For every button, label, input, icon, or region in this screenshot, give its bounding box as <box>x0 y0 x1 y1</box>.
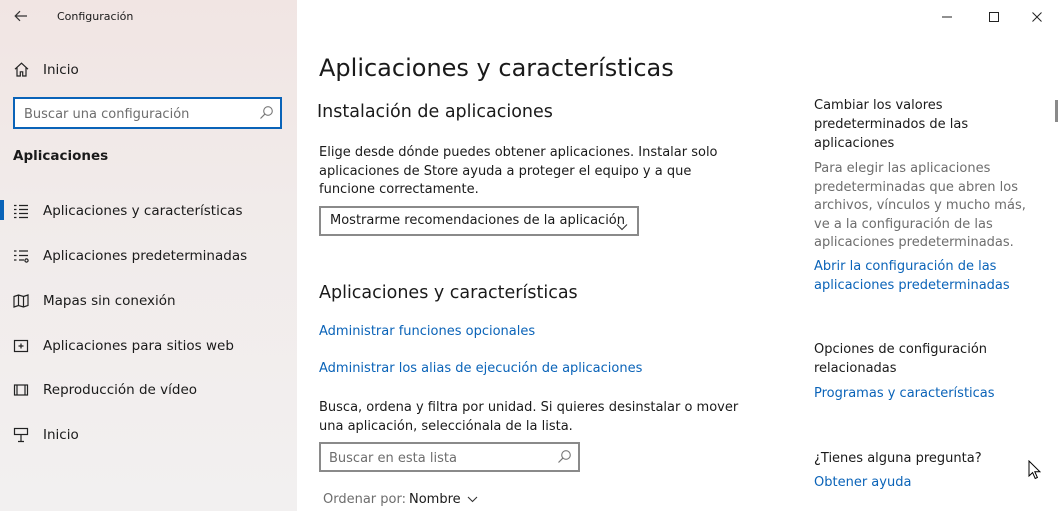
title-bar: Configuración <box>0 0 297 32</box>
sidebar-item-apps-features[interactable]: Aplicaciones y características <box>0 196 297 226</box>
install-section-description: Elige desde dónde puedes obtener aplicac… <box>319 145 718 197</box>
page-title: Aplicaciones y características <box>319 54 674 82</box>
video-playback-icon <box>13 382 29 402</box>
app-source-dropdown[interactable]: Mostrarme recomendaciones de la aplicaci… <box>319 206 639 236</box>
sidebar-home-label: Inicio <box>43 62 79 78</box>
related-settings-heading: Opciones de configuración relacionadas <box>814 342 988 376</box>
dropdown-value: Mostrarme recomendaciones de la aplicaci… <box>330 213 625 228</box>
default-apps-icon <box>13 248 29 268</box>
apps-websites-icon <box>13 338 29 358</box>
sort-value: Nombre <box>408 492 461 507</box>
programs-features-link[interactable]: Programas y características <box>814 385 1014 404</box>
sidebar-item-apps-websites[interactable]: Aplicaciones para sitios web <box>0 331 297 361</box>
home-icon <box>13 61 30 82</box>
sidebar-home[interactable]: Inicio <box>0 56 297 84</box>
apps-features-icon <box>13 203 29 223</box>
offline-maps-icon <box>13 293 29 313</box>
app-list-search-input[interactable] <box>329 449 539 467</box>
sidebar-item-label: Reproducción de vídeo <box>43 382 198 398</box>
sidebar-item-label: Aplicaciones y características <box>43 203 243 219</box>
settings-search-box[interactable] <box>13 97 282 129</box>
open-default-apps-link[interactable]: Abrir la configuración de las aplicacion… <box>814 258 1014 295</box>
back-button[interactable] <box>8 4 34 28</box>
sidebar-item-label: Inicio <box>43 427 79 443</box>
sidebar-item-label: Aplicaciones predeterminadas <box>43 248 248 264</box>
sidebar-item-label: Mapas sin conexión <box>43 293 176 309</box>
sidebar: Configuración Inicio Aplicaciones Aplica… <box>0 0 297 511</box>
selection-indicator <box>0 200 4 220</box>
mouse-pointer-icon <box>1028 459 1042 484</box>
manage-optional-features-link[interactable]: Administrar funciones opcionales <box>319 324 535 339</box>
get-help-link[interactable]: Obtener ayuda <box>814 474 1014 493</box>
search-icon[interactable] <box>259 105 274 124</box>
sort-label: Ordenar por: <box>323 492 406 507</box>
sort-dropdown[interactable]: Ordenar por: Nombre <box>323 492 478 507</box>
sidebar-item-default-apps[interactable]: Aplicaciones predeterminadas <box>0 241 297 271</box>
defaults-heading: Cambiar los valores predeterminados de l… <box>814 98 969 151</box>
install-section-heading: Instalación de aplicaciones <box>317 102 553 122</box>
sidebar-item-offline-maps[interactable]: Mapas sin conexión <box>0 286 297 316</box>
search-icon[interactable] <box>557 449 572 468</box>
scrollbar-thumb[interactable] <box>1055 100 1058 122</box>
main-content: Aplicaciones y características Instalaci… <box>297 0 1062 511</box>
startup-icon <box>13 427 29 447</box>
sidebar-section-title: Aplicaciones <box>13 148 109 164</box>
settings-search-input[interactable] <box>24 105 244 123</box>
chevron-down-icon <box>467 492 478 507</box>
sidebar-item-startup[interactable]: Inicio <box>0 420 297 450</box>
apps-section-heading: Aplicaciones y características <box>319 283 578 303</box>
sidebar-item-video-playback[interactable]: Reproducción de vídeo <box>0 375 297 405</box>
back-arrow-icon <box>14 7 28 26</box>
manage-execution-alias-link[interactable]: Administrar los alias de ejecución de ap… <box>319 361 642 376</box>
apps-section-description: Busca, ordena y filtra por unidad. Si qu… <box>319 400 739 434</box>
app-title: Configuración <box>57 10 134 23</box>
question-heading: ¿Tienes alguna pregunta? <box>814 451 982 466</box>
chevron-down-icon <box>616 216 628 235</box>
app-list-search-box[interactable] <box>319 442 580 472</box>
defaults-description: Para elegir las aplicaciones predetermin… <box>814 161 1026 250</box>
sidebar-item-label: Aplicaciones para sitios web <box>43 338 234 354</box>
